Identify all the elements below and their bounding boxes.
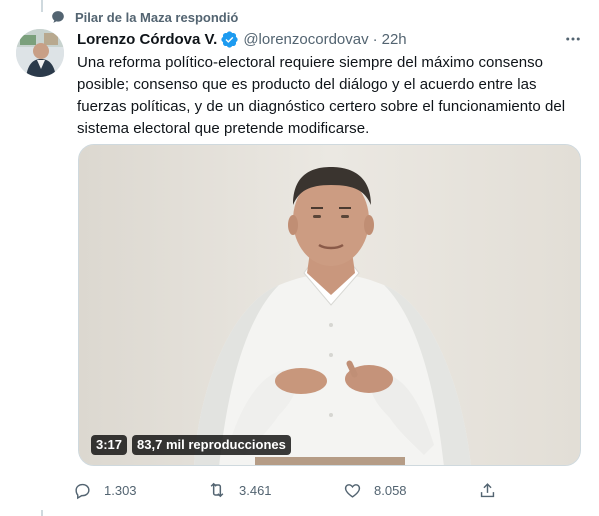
reply-context-icon [51,10,65,24]
like-count: 8.058 [374,482,407,498]
share-icon [477,480,497,500]
separator-dot: · [372,30,378,48]
video-views: 83,7 mil reproducciones [132,435,291,455]
retweet-count: 3.461 [239,482,272,498]
share-button[interactable] [477,480,507,500]
tweet-text: Una reforma político-electoral requiere … [77,54,566,137]
handle[interactable]: @lorenzocordovav [243,31,368,48]
heart-icon [342,480,362,500]
tweet-header: Lorenzo Córdova V. @lorenzocordovav · 22… [77,29,583,49]
video-badges: 3:17 83,7 mil reproducciones [91,435,291,455]
like-button[interactable]: 8.058 [342,480,477,500]
display-name[interactable]: Lorenzo Córdova V. [77,31,217,48]
reply-button[interactable]: 1.303 [72,480,207,500]
thread-line-bottom [41,510,43,516]
retweet-button[interactable]: 3.461 [207,480,342,500]
video-duration: 3:17 [91,435,128,455]
social-context-text: Pilar de la Maza respondió [75,9,239,25]
video-player[interactable]: 3:17 83,7 mil reproducciones [78,144,581,466]
thread-line-top [41,0,43,12]
reply-icon [72,480,92,500]
more-options-icon[interactable] [563,29,583,49]
tweet-page: Pilar de la Maza respondió Lorenzo Córdo… [0,0,599,516]
verified-badge-icon [220,30,239,49]
retweet-icon [207,480,227,500]
avatar[interactable] [16,29,64,77]
timestamp[interactable]: 22h [382,31,407,48]
action-bar: 1.303 3.461 8.058 [72,478,512,502]
social-context[interactable]: Pilar de la Maza respondió [51,8,238,26]
video-thumbnail [79,145,580,465]
reply-count: 1.303 [104,482,137,498]
